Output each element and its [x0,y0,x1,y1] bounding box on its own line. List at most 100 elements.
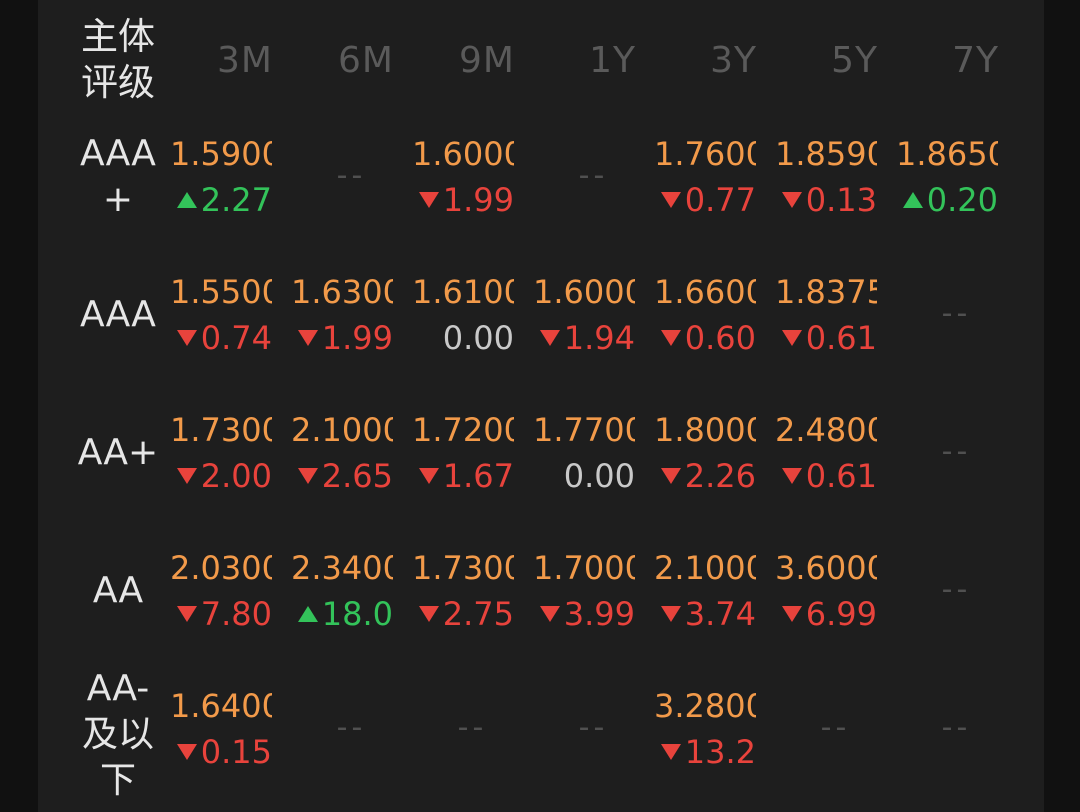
up-triangle-icon [297,606,318,622]
yield-cell[interactable]: 1.6000 1.99 [412,131,533,223]
tenor-header-6m[interactable]: 6M [273,40,394,81]
yield-cell[interactable]: 2.3400 18.0 [291,545,412,637]
yield-cell[interactable]: 1.7700 0.00 [533,407,654,499]
change-number: 0.77 [684,181,756,219]
yield-cell[interactable]: 1.6300 1.99 [291,269,412,361]
change-value: 3.99 [533,591,635,637]
tenor-header-3m[interactable]: 3M [152,40,273,81]
change-number: 0.00 [563,457,635,495]
down-triangle-icon [176,606,197,622]
change-number: 1.67 [442,457,514,495]
yield-cell[interactable]: 2.4800 0.61 [775,407,896,499]
empty-cell: -- [457,710,488,745]
empty-cell: -- [578,158,609,193]
yield-value: 1.7600 [654,135,756,173]
down-triangle-icon [418,468,439,484]
down-triangle-icon [297,468,318,484]
up-triangle-icon [176,192,197,208]
tenor-header-1y[interactable]: 1Y [515,40,636,81]
change-number: 0.60 [684,319,756,357]
empty-cell: -- [941,296,972,331]
change-value: 2.00 [170,453,272,499]
empty-cell: -- [578,710,609,745]
change-number: 18.0 [321,595,393,633]
change-number: 0.74 [200,319,272,357]
yield-value: 1.5900 [170,135,272,173]
change-number: 0.00 [442,319,514,357]
change-value: 6.99 [775,591,877,637]
change-number: 2.65 [321,457,393,495]
yield-cell[interactable]: 1.8650 0.20 [896,131,1017,223]
rating-label: AAA [80,294,156,335]
yield-cell[interactable]: 1.8000 2.26 [654,407,775,499]
tenor-header-5y[interactable]: 5Y [757,40,878,81]
down-triangle-icon [539,330,560,346]
yield-cell[interactable]: 1.7300 2.75 [412,545,533,637]
empty-cell: -- [336,158,367,193]
up-triangle-icon [902,192,923,208]
change-value: 1.99 [412,177,514,223]
yield-value: 3.2800 [654,687,756,725]
yield-value: 2.1000 [654,549,756,587]
down-triangle-icon [176,468,197,484]
down-triangle-icon [781,192,802,208]
change-number: 0.61 [805,457,877,495]
yield-value: 2.0300 [170,549,272,587]
change-value: 0.77 [654,177,756,223]
yield-value: 1.7000 [533,549,635,587]
down-triangle-icon [781,468,802,484]
yield-value: 1.7700 [533,411,635,449]
empty-cell: -- [941,434,972,469]
yield-cell[interactable]: 2.1000 2.65 [291,407,412,499]
change-value: 1.67 [412,453,514,499]
yield-value: 1.8375 [775,273,877,311]
down-triangle-icon [660,606,681,622]
yield-value: 1.6000 [412,135,514,173]
yield-cell[interactable]: 3.2800 13.2 [654,683,775,775]
yield-cell[interactable]: 1.7200 1.67 [412,407,533,499]
yield-cell[interactable]: 1.6100 0.00 [412,269,533,361]
empty-cell: -- [820,710,851,745]
change-value: 2.75 [412,591,514,637]
down-triangle-icon [418,606,439,622]
yield-cell[interactable]: 1.7000 3.99 [533,545,654,637]
yield-value: 2.3400 [291,549,393,587]
yield-value: 1.6100 [412,273,514,311]
yield-cell[interactable]: 2.1000 3.74 [654,545,775,637]
change-number: 1.99 [442,181,514,219]
tenor-header-7y[interactable]: 7Y [878,40,999,81]
empty-cell: -- [336,710,367,745]
down-triangle-icon [176,330,197,346]
yield-cell[interactable]: 1.8590 0.13 [775,131,896,223]
yield-cell[interactable]: 1.5500 0.74 [170,269,291,361]
yield-cell[interactable]: 1.8375 0.61 [775,269,896,361]
down-triangle-icon [781,330,802,346]
change-value: 0.00 [412,315,514,361]
change-number: 0.13 [805,181,877,219]
yield-cell[interactable]: 1.6000 1.94 [533,269,654,361]
change-value: 2.27 [170,177,272,223]
yield-cell[interactable]: 1.6400 0.15 [170,683,291,775]
rating-label: AA [92,570,144,611]
change-number: 1.94 [563,319,635,357]
yield-table: 主体 评级 3M 6M 9M 1Y 3Y 5Y 7Y AAA +1.5900 2.27 -- 1.6… [0,0,1080,812]
yield-value: 1.8650 [896,135,998,173]
empty-cell: -- [941,572,972,607]
yield-cell[interactable]: 1.7300 2.00 [170,407,291,499]
yield-cell[interactable]: 2.0300 7.80 [170,545,291,637]
yield-cell[interactable]: 1.5900 2.27 [170,131,291,223]
yield-value: 1.6400 [170,687,272,725]
tenor-header-9m[interactable]: 9M [394,40,515,81]
yield-value: 1.8590 [775,135,877,173]
change-value: 0.15 [170,729,272,775]
down-triangle-icon [660,744,681,760]
yield-cell[interactable]: 1.6600 0.60 [654,269,775,361]
yield-cell[interactable]: 3.6000 6.99 [775,545,896,637]
down-triangle-icon [660,192,681,208]
yield-value: 3.6000 [775,549,877,587]
change-value: 3.74 [654,591,756,637]
tenor-header-3y[interactable]: 3Y [636,40,757,81]
yield-cell[interactable]: 1.7600 0.77 [654,131,775,223]
rating-label: AA- 及以 下 [81,668,154,801]
change-value: 1.94 [533,315,635,361]
